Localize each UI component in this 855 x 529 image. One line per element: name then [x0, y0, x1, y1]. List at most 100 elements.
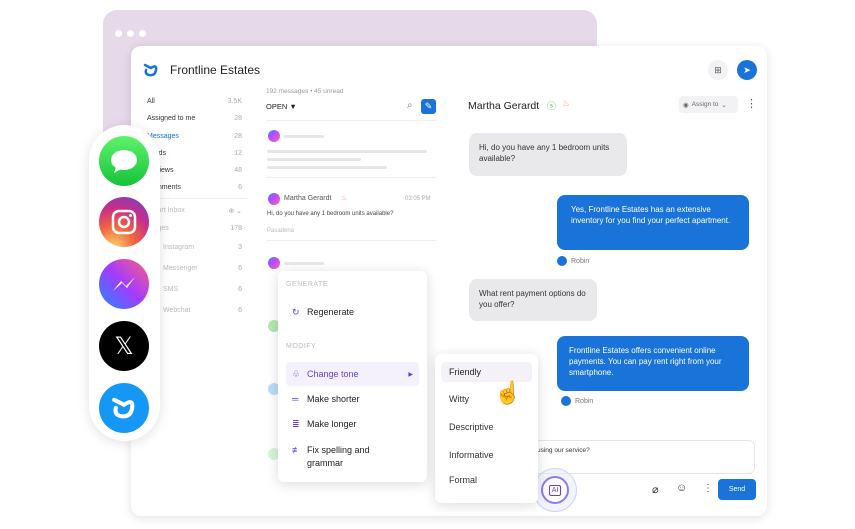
count: 48 — [234, 167, 242, 174]
sidebar-item-webchat[interactable]: Webchat 6 — [163, 307, 242, 314]
send-icon-button[interactable]: ➤ — [737, 60, 757, 80]
menu-section-header: MODIFY — [286, 343, 317, 350]
label: Instagram — [163, 244, 195, 251]
hand-cursor-icon: ☝ — [494, 380, 522, 405]
label: Make longer — [307, 419, 357, 429]
count: 3.5K — [227, 98, 242, 105]
message-preview: Hi, do you have any 1 bedroom units avai… — [267, 211, 394, 217]
count: 6 — [238, 307, 242, 314]
search-icon[interactable]: ⌕ — [407, 100, 413, 111]
divider — [266, 120, 436, 121]
short-lines-icon: ═ — [292, 394, 299, 404]
messenger-icon — [268, 193, 280, 205]
count: 178 — [230, 225, 242, 232]
sidebar-item-sms[interactable]: SMS 6 — [163, 286, 242, 293]
user-icon: ◉ — [683, 101, 689, 109]
divider — [266, 177, 436, 178]
apps-grid-button[interactable]: ⊞ — [708, 60, 728, 80]
sidebar-item-stages[interactable]: Stages178 — [147, 225, 242, 232]
menu-item-fix-spelling[interactable]: ≢ Fix spelling and grammar — [286, 440, 419, 474]
contact-name: Martha Gerardt — [284, 195, 332, 202]
label: Change tone — [307, 369, 359, 379]
placeholder-bar — [267, 150, 427, 153]
instagram-icon[interactable] — [99, 197, 149, 247]
label: SMS — [163, 286, 179, 293]
placeholder-bar — [284, 262, 324, 265]
sidebar-item-messenger[interactable]: Messenger 6 — [163, 265, 242, 272]
menu-item-regenerate[interactable]: ↻ Regenerate — [286, 303, 419, 322]
message-bubble-incoming: Hi, do you have any 1 bedroom units avai… — [469, 133, 627, 176]
placeholder-bar — [267, 166, 387, 169]
sender-label: Robin — [557, 256, 589, 266]
sender-name: Robin — [575, 397, 594, 405]
placeholder-bar — [284, 135, 324, 138]
count: 3 — [238, 244, 242, 251]
smart-inbox-header[interactable]: Smart Inbox ⊕ ⌄ — [147, 207, 242, 215]
count: 12 — [234, 150, 242, 157]
app-title: Frontline Estates — [170, 63, 261, 77]
label: Assign to — [691, 101, 719, 108]
window-dot — [127, 30, 134, 37]
sidebar-item-assigned[interactable]: Assigned to me 28 — [147, 115, 242, 122]
logo-icon — [143, 63, 158, 77]
count: 6 — [238, 286, 242, 293]
sidebar-item-reviews[interactable]: Reviews 48 — [147, 167, 242, 174]
menu-section-header: GENERATE — [286, 281, 328, 288]
hot-lead-icon: ♨ — [341, 195, 348, 202]
attachment-icon[interactable]: ⌀ — [652, 483, 659, 496]
label: Regenerate — [307, 307, 355, 317]
bot-icon — [557, 256, 567, 266]
message-summary: 192 messages • 45 unread — [266, 88, 344, 95]
count: 28 — [234, 115, 242, 122]
count: 28 — [234, 133, 242, 140]
window-dot — [115, 30, 122, 37]
label: Webchat — [163, 307, 191, 314]
tone-option-formal[interactable]: Formal — [441, 470, 532, 490]
ai-label: AI — [548, 484, 562, 496]
divider — [147, 198, 247, 199]
tone-option-informative[interactable]: Informative — [441, 445, 532, 465]
frontline-icon[interactable] — [99, 383, 149, 433]
ai-actions-menu: GENERATE ↻ Regenerate MODIFY ♧ Change tone… — [278, 271, 427, 482]
menu-item-change-tone[interactable]: ♧ Change tone ▶ — [286, 362, 419, 386]
message-bubble-outgoing: Yes, Frontline Estates has an extensive … — [557, 195, 749, 250]
messenger-icon[interactable] — [99, 259, 149, 309]
more-icon[interactable]: ⋮ — [703, 483, 713, 494]
tone-option-descriptive[interactable]: Descriptive — [441, 417, 532, 437]
ai-button[interactable]: AI — [541, 476, 569, 504]
contact-name-header: Martha Gerardt — [468, 100, 540, 112]
emoji-icon[interactable]: ☺ — [676, 482, 687, 494]
tone-icon: ♧ — [292, 368, 301, 379]
divider — [266, 240, 436, 241]
sender-label: Robin — [561, 396, 593, 406]
count: 6 — [238, 184, 242, 191]
status-filter[interactable]: OPEN ▼ — [266, 102, 297, 111]
send-button[interactable]: Send — [718, 479, 756, 500]
assign-to-dropdown[interactable]: ◉ Assign to ⌄ — [679, 96, 738, 113]
imessage-icon[interactable] — [99, 136, 149, 186]
sidebar-item-messages[interactable]: Messages 28 — [147, 133, 242, 140]
input-value: using our service? — [537, 447, 590, 454]
location: Pasadena — [267, 228, 295, 234]
chevron-down-icon[interactable]: ⊕ ⌄ — [228, 207, 242, 215]
placeholder-bar — [267, 158, 361, 161]
menu-item-make-longer[interactable]: ≣ Make longer — [286, 415, 419, 434]
label: Messenger — [163, 265, 198, 272]
window-dot — [139, 30, 146, 37]
refresh-icon: ↻ — [292, 307, 300, 317]
sidebar-item-all[interactable]: All 3.5K — [147, 98, 242, 105]
bot-icon — [561, 396, 571, 406]
sidebar-item-comments[interactable]: Comments 6 — [147, 184, 242, 191]
sender-name: Robin — [571, 257, 590, 265]
sidebar-item-leads[interactable]: Leads12 — [147, 150, 242, 157]
tone-option-friendly[interactable]: Friendly — [441, 362, 532, 382]
chevron-down-icon: ⌄ — [721, 101, 727, 109]
sidebar-item-instagram[interactable]: Instagram 3 — [163, 244, 242, 251]
label: All — [147, 98, 155, 105]
more-options-icon[interactable]: ⋮ — [746, 97, 757, 110]
tone-submenu: Friendly Witty Descriptive Informative F… — [435, 354, 538, 503]
x-icon[interactable]: 𝕏 — [99, 321, 149, 371]
menu-item-make-shorter[interactable]: ═ Make shorter — [286, 390, 419, 408]
compose-button[interactable]: ✎ — [421, 99, 436, 114]
timestamp: 03:05 PM — [405, 196, 431, 202]
